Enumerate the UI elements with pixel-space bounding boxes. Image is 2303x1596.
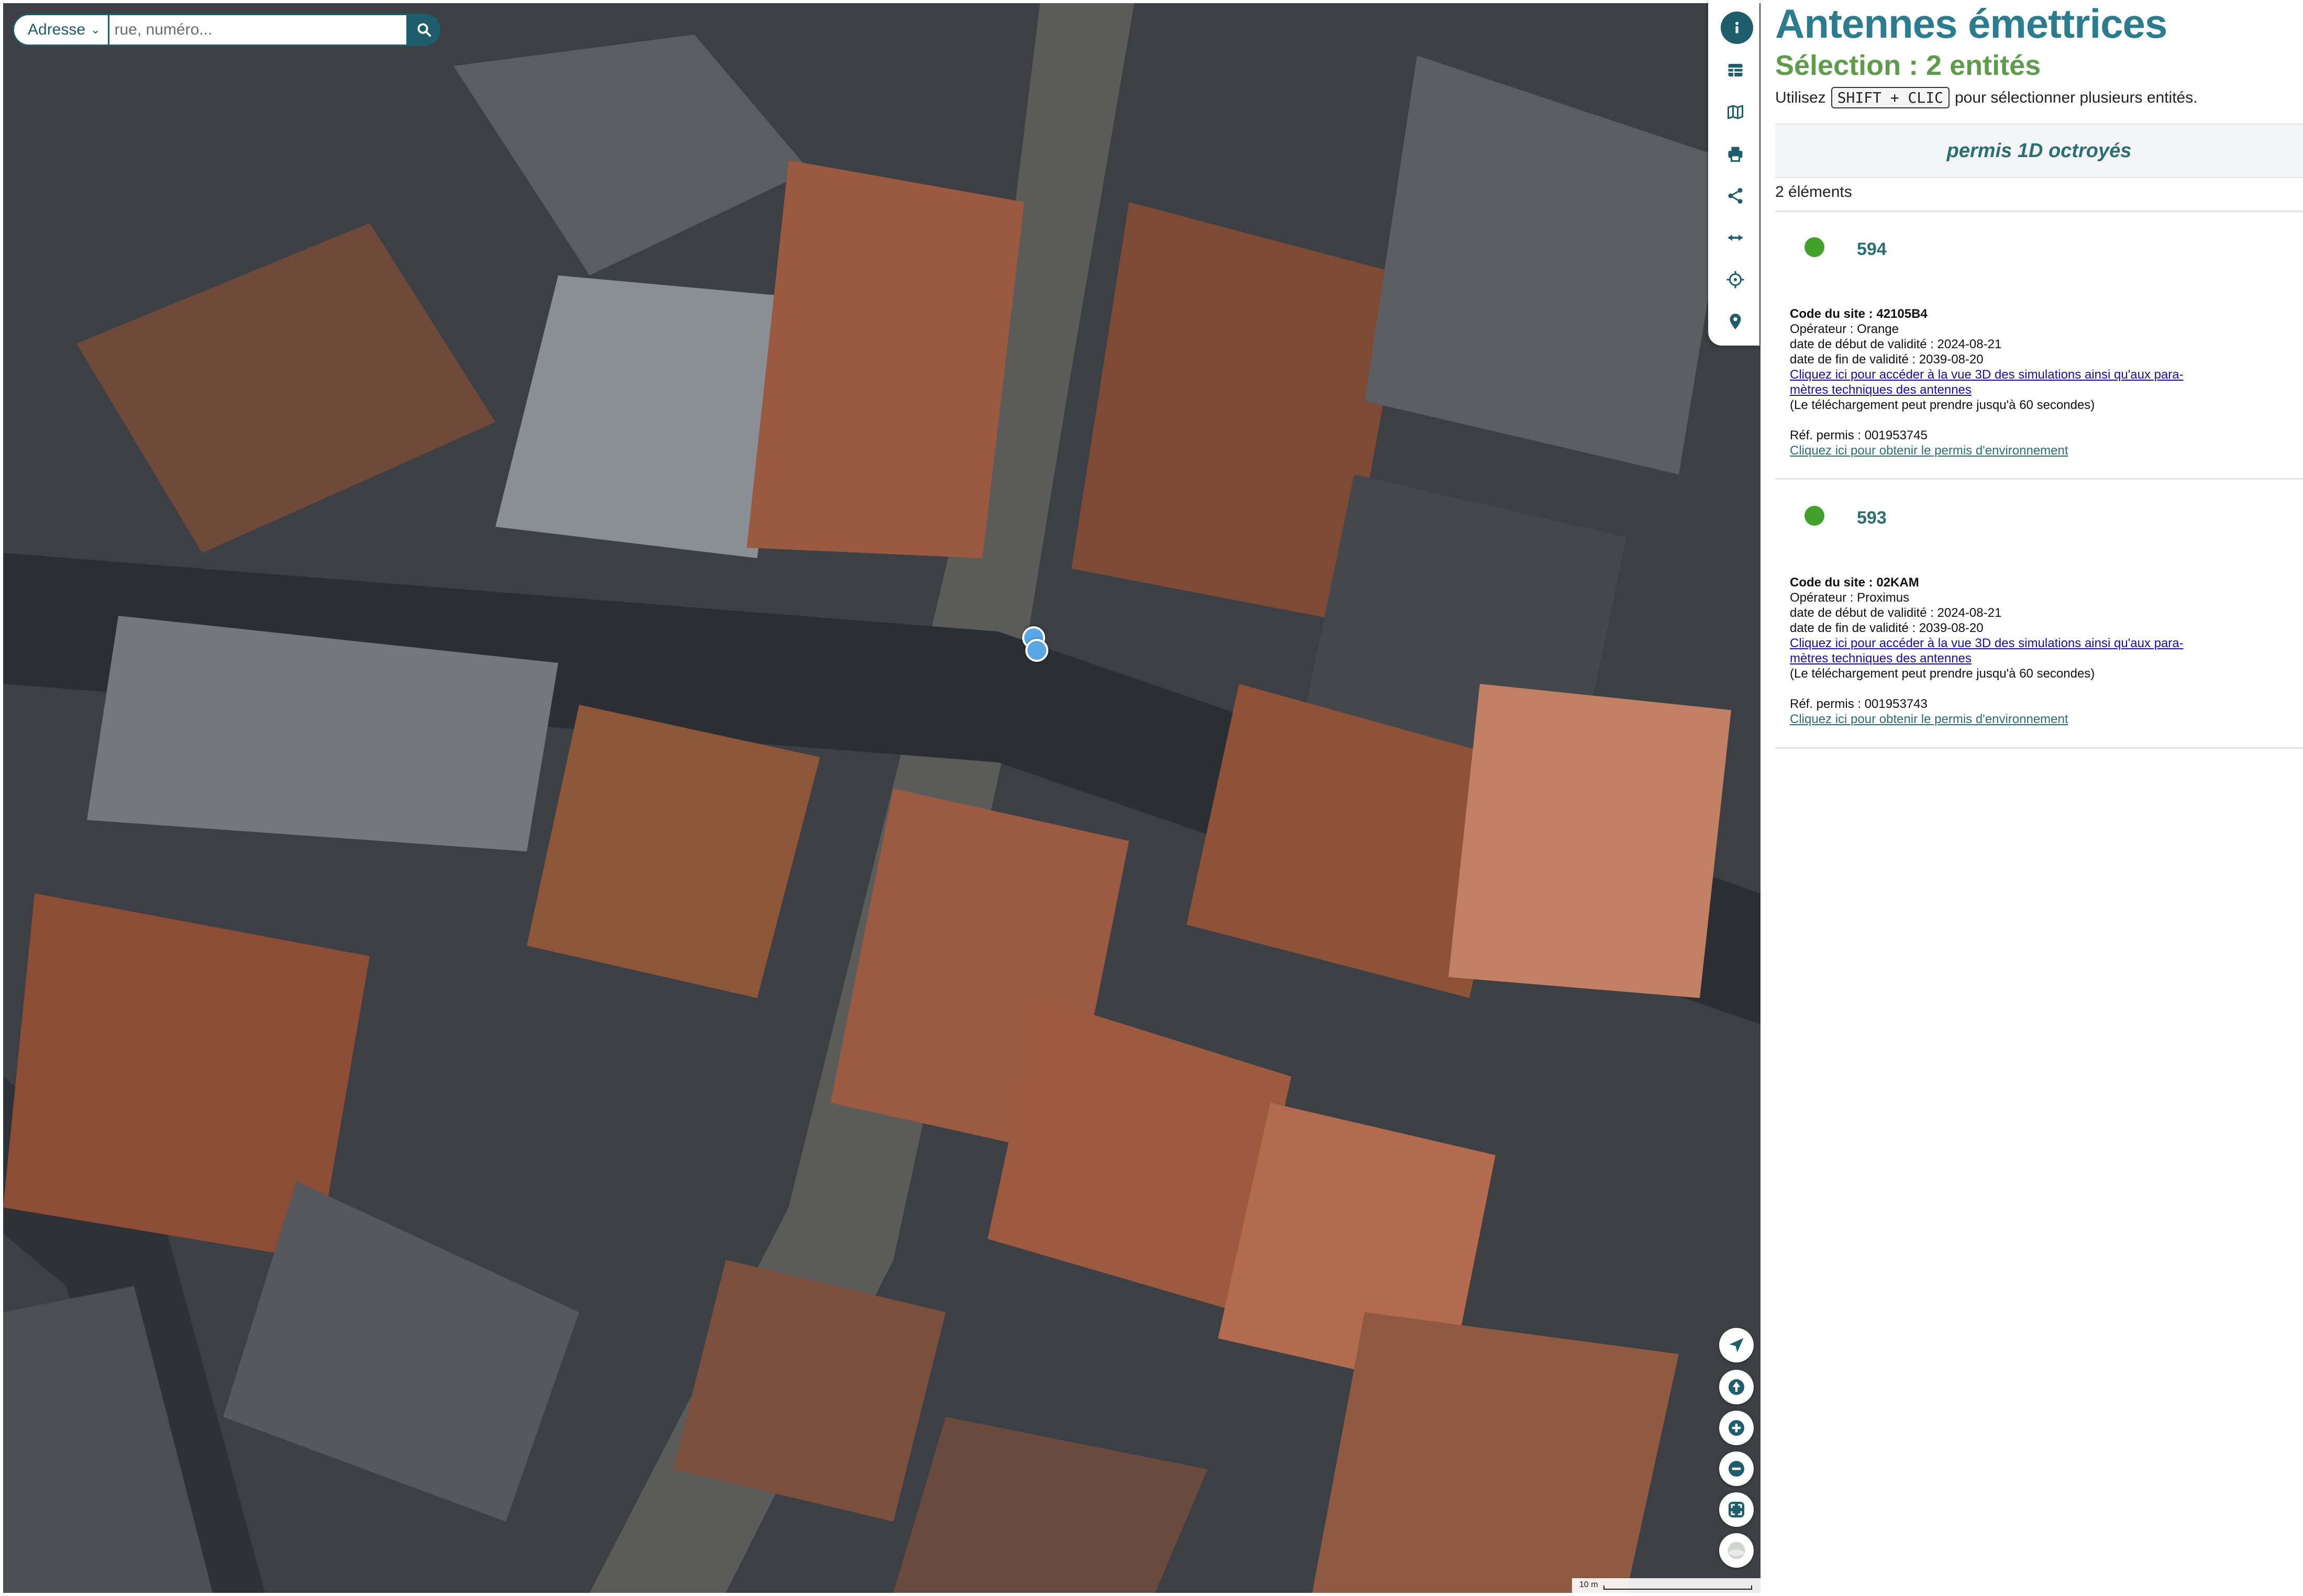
measure-icon	[1728, 235, 1743, 241]
locate-coordinate-tool-button[interactable]	[1725, 269, 1746, 290]
map-icon	[1728, 105, 1743, 119]
site-code: Code du site : 02KAM	[1790, 575, 1919, 590]
info-icon	[1735, 21, 1739, 34]
validity-end: date de fin de validité : 2039-08-20	[1790, 352, 1984, 367]
simulation-3d-link[interactable]: Cliquez ici pour accéder à la vue 3D des…	[1790, 368, 2184, 397]
crosshair-icon	[1726, 271, 1744, 289]
search-mode-select[interactable]: Adresse ⌄	[13, 14, 109, 46]
simulation-3d-link-line1: Cliquez ici pour accéder à la vue 3D des…	[1790, 636, 2184, 650]
simulation-3d-link-line1: Cliquez ici pour accéder à la vue 3D des…	[1790, 368, 2184, 382]
share-tool-button[interactable]	[1725, 185, 1746, 206]
operator: Opérateur : Proximus	[1790, 591, 1910, 605]
search-button[interactable]	[407, 14, 440, 46]
info-tool-button[interactable]	[1721, 12, 1753, 44]
scale-bar: 10 m	[1572, 1578, 1761, 1593]
measure-tool-button[interactable]	[1725, 227, 1746, 248]
layer-banner: permis 1D octroyés	[1775, 124, 2303, 178]
print-icon	[1728, 147, 1743, 162]
reset-north-button[interactable]	[1719, 1370, 1754, 1404]
map-canvas[interactable]: Adresse ⌄ rue, numéro... 10 m	[3, 3, 1761, 1593]
permit-link[interactable]: Cliquez ici pour obtenir le permis d'env…	[1790, 712, 2068, 726]
validity-start: date de début de validité : 2024-08-21	[1790, 606, 2002, 620]
geolocate-button[interactable]	[1719, 1328, 1754, 1362]
selection-hint: Utilisez SHIFT + CLIC pour sélectionner …	[1775, 87, 2198, 108]
scale-bar-line	[1603, 1586, 1752, 1590]
basemap-toggle-icon	[1728, 1542, 1745, 1559]
table-icon	[1728, 64, 1743, 76]
address-search: Adresse ⌄ rue, numéro...	[13, 14, 440, 46]
hint-prefix: Utilisez	[1775, 88, 1826, 106]
zoom-in-icon	[1729, 1420, 1744, 1436]
tool-strip	[1708, 0, 1759, 346]
aerial-imagery	[3, 3, 1761, 1593]
marker-tool-button[interactable]	[1725, 311, 1746, 332]
map-tool-button[interactable]	[1725, 102, 1746, 123]
north-arrow-icon	[1729, 1379, 1744, 1395]
hint-suffix: pour sélectionner plusieurs entités.	[1954, 88, 2198, 106]
share-icon	[1728, 188, 1743, 204]
chevron-down-icon: ⌄	[91, 23, 101, 36]
entity-details: Code du site : 02KAM Opérateur : Proximu…	[1790, 575, 2184, 727]
divider	[1775, 747, 2303, 749]
permit-reference: Réf. permis : 001953745	[1790, 428, 1928, 442]
status-dot	[1804, 506, 1824, 526]
operator: Opérateur : Orange	[1790, 322, 1899, 336]
fullscreen-button[interactable]	[1719, 1492, 1754, 1527]
entity-id[interactable]: 594	[1857, 239, 1887, 260]
validity-start: date de début de validité : 2024-08-21	[1790, 337, 2002, 351]
zoom-out-button[interactable]	[1719, 1451, 1754, 1486]
selection-subtitle: Sélection : 2 entités	[1775, 50, 2041, 81]
entity-details: Code du site : 42105B4 Opérateur : Orang…	[1790, 306, 2184, 458]
permit-reference: Réf. permis : 001953743	[1790, 697, 1928, 711]
status-dot	[1804, 237, 1824, 257]
simulation-3d-link-line2: mètres techniques des antennes	[1790, 651, 1972, 666]
element-count: 2 éléments	[1775, 183, 1852, 201]
keyboard-shortcut: SHIFT + CLIC	[1831, 87, 1950, 108]
permit-link[interactable]: Cliquez ici pour obtenir le permis d'env…	[1790, 444, 2068, 458]
antenna-marker-593[interactable]	[1025, 639, 1048, 662]
basemap-toggle-button[interactable]	[1719, 1533, 1754, 1568]
table-tool-button[interactable]	[1725, 60, 1746, 81]
layer-banner-label: permis 1D octroyés	[1946, 139, 2132, 162]
panel-title: Antennes émettrices	[1775, 1, 2167, 47]
simulation-3d-link-line2: mètres techniques des antennes	[1790, 383, 1972, 397]
search-mode-label: Adresse	[28, 21, 86, 38]
site-code: Code du site : 42105B4	[1790, 307, 1928, 321]
location-pin-icon	[1730, 314, 1741, 329]
address-input[interactable]: rue, numéro...	[109, 14, 408, 46]
download-note: (Le téléchargement peut prendre jusqu'à …	[1790, 667, 2095, 681]
print-tool-button[interactable]	[1725, 143, 1746, 164]
navigate-icon	[1729, 1338, 1744, 1353]
scale-label: 10 m	[1579, 1580, 1598, 1589]
zoom-out-icon	[1729, 1461, 1744, 1477]
info-panel: Antennes émettrices Sélection : 2 entité…	[1775, 0, 2303, 1596]
divider	[1775, 478, 2303, 480]
address-input-placeholder: rue, numéro...	[114, 21, 213, 38]
validity-end: date de fin de validité : 2039-08-20	[1790, 621, 1984, 635]
entity-card: 593 Code du site : 02KAM Opérateur : Pro…	[1775, 481, 2303, 748]
download-note: (Le téléchargement peut prendre jusqu'à …	[1790, 398, 2095, 412]
fullscreen-icon	[1729, 1502, 1744, 1517]
search-icon	[417, 23, 431, 37]
entity-id[interactable]: 593	[1857, 508, 1887, 528]
entity-card: 594 Code du site : 42105B4 Opérateur : O…	[1775, 212, 2303, 479]
zoom-in-button[interactable]	[1719, 1411, 1754, 1445]
simulation-3d-link[interactable]: Cliquez ici pour accéder à la vue 3D des…	[1790, 636, 2184, 666]
